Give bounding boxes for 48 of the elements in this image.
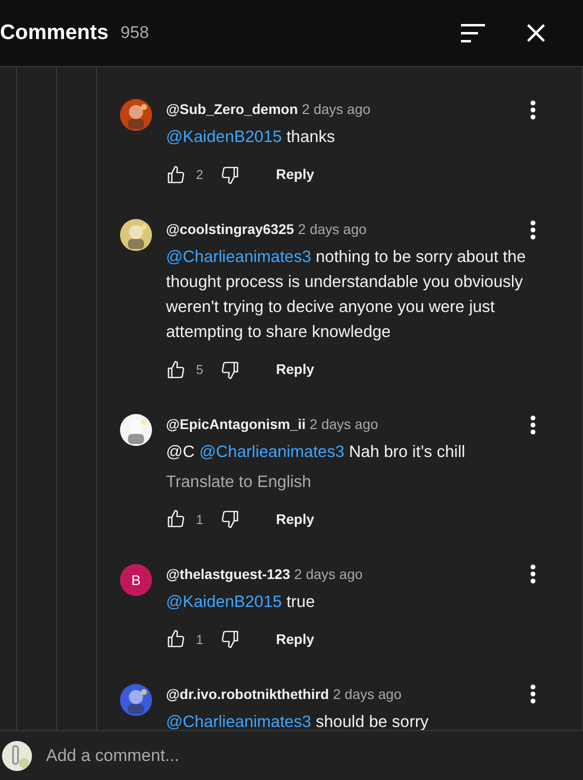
more-icon[interactable] [530, 684, 536, 704]
thumbs-down-icon[interactable] [220, 629, 240, 650]
thumbs-up-icon[interactable] [166, 509, 186, 530]
comment-time: 2 days ago [298, 220, 367, 239]
thumbs-down-icon[interactable] [220, 360, 240, 380]
reply-button[interactable]: Reply [276, 164, 314, 185]
thumbs-up-icon[interactable] [166, 360, 186, 380]
mention-link[interactable]: @Charlieanimates3 [166, 248, 312, 266]
mention-link[interactable]: @Charlieanimates3 [166, 712, 312, 730]
comment-author[interactable]: @Sub_Zero_demon [166, 99, 298, 120]
more-icon[interactable] [530, 100, 536, 120]
comment-author[interactable]: @coolstingray6325 [166, 219, 294, 240]
comment-text: @KaidenB2015 true [166, 592, 316, 613]
mention-link[interactable]: @Charlieanimates3 [199, 443, 344, 461]
comment-count: 958 [120, 22, 149, 44]
more-icon[interactable] [530, 414, 536, 434]
more-icon[interactable] [530, 220, 536, 240]
comment-time: 2 days ago [310, 415, 378, 434]
comment-time: 2 days ago [294, 564, 363, 584]
comment-text: @KaidenB2015 thanks [166, 127, 336, 148]
thumbs-down-icon[interactable] [220, 164, 240, 184]
thumbs-up-icon[interactable] [166, 629, 186, 650]
comment-time: 2 days ago [332, 684, 402, 704]
like-count: 1 [196, 630, 204, 648]
reply-button[interactable]: Reply [276, 628, 314, 650]
mention-link[interactable]: @KaidenB2015 [166, 128, 282, 146]
sort-icon[interactable] [460, 22, 486, 44]
more-icon[interactable] [530, 564, 536, 584]
comment-author[interactable]: @EpicAntagonism_ii [166, 414, 306, 435]
comment-text: @C @Charlieanimates3 Nah bro it’s chill [166, 442, 466, 463]
thumbs-up-icon[interactable] [166, 164, 186, 184]
like-count: 2 [196, 166, 204, 184]
reply-button[interactable]: Reply [276, 508, 314, 530]
thumbs-down-icon[interactable] [220, 509, 240, 530]
like-count: 5 [196, 360, 204, 379]
translate-link[interactable]: Translate to English [166, 470, 536, 495]
comment-input[interactable]: Add a comment... [46, 742, 583, 768]
comment-time: 2 days ago [302, 100, 370, 119]
panel-title: Comments [0, 20, 109, 46]
avatar: B [120, 564, 152, 596]
like-count: 1 [196, 510, 204, 528]
reply-button[interactable]: Reply [276, 359, 314, 380]
close-icon[interactable] [526, 23, 546, 43]
comment-text: @Charlieanimates3 nothing to be sorry about the thought process is understandable you obviously weren't trying to decive anyone you were just attempting to share knowledge [166, 247, 527, 343]
mention-link[interactable]: @KaidenB2015 [166, 592, 282, 611]
comment-author[interactable]: @thelastguest-123 [166, 564, 290, 585]
comment-author[interactable]: @dr.ivo.robotnikthethird [166, 684, 329, 705]
comment-text: @Charlieanimates3 should be sorry [166, 712, 430, 730]
